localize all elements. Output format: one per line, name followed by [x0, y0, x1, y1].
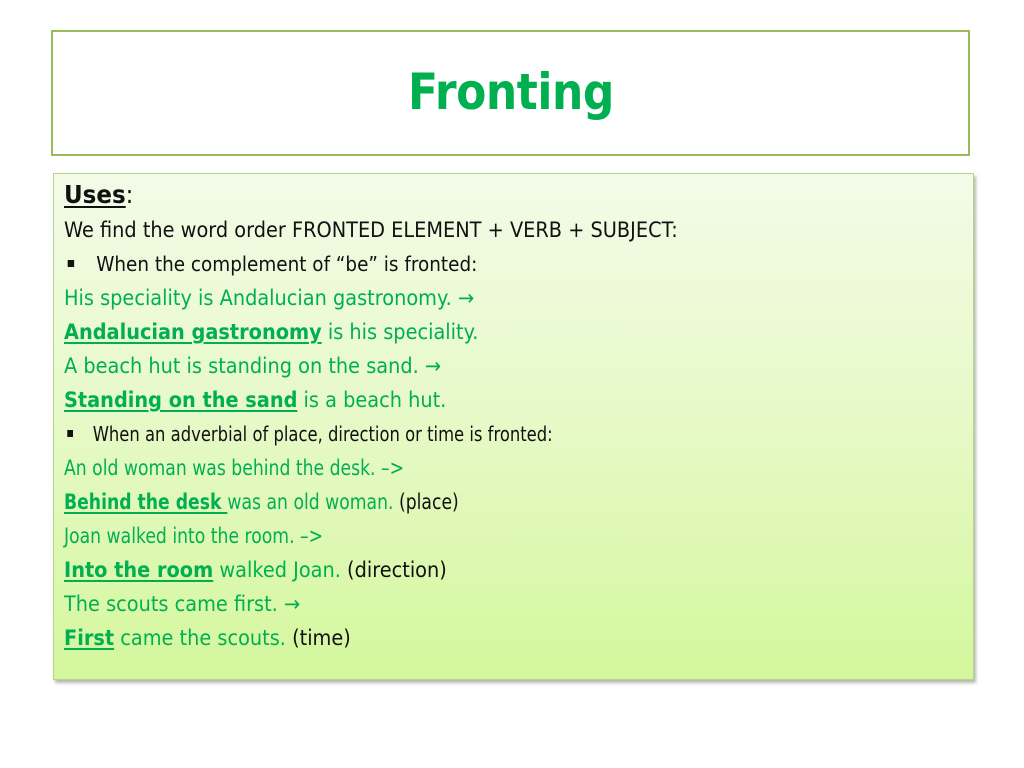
example-rest: came the scouts. — [114, 626, 286, 650]
example-original: The scouts came first. — [64, 592, 278, 616]
intro-text: We find the word order FRONTED ELEMENT +… — [64, 218, 678, 242]
square-bullet-icon — [67, 260, 75, 267]
uses-heading: Uses: — [64, 177, 891, 213]
fronted-element: Behind the desk — [64, 490, 228, 514]
fronted-element: First — [64, 626, 115, 650]
uses-colon: : — [125, 180, 134, 209]
example-rest: is his speciality. — [321, 320, 479, 344]
example-note: (time) — [285, 626, 351, 650]
example-line: Behind the desk was an old woman. (place… — [64, 485, 801, 519]
example-rest: is a beach hut. — [297, 388, 447, 412]
example-original: An old woman was behind the desk. –> — [64, 456, 405, 480]
slide-title: Fronting — [407, 63, 614, 121]
example-line: Standing on the sand is a beach hut. — [64, 383, 891, 417]
uses-label: Uses — [64, 180, 126, 209]
example-line: His speciality is Andalucian gastronomy.… — [64, 281, 891, 315]
example-line: A beach hut is standing on the sand. → — [64, 349, 891, 383]
bullet-item: When an adverbial of place, direction or… — [64, 417, 801, 451]
example-line: An old woman was behind the desk. –> — [64, 451, 801, 485]
fronted-element: Into the room — [64, 558, 214, 582]
bullet-text: When the complement of “be” is fronted: — [96, 252, 478, 276]
square-bullet-icon — [67, 430, 74, 437]
example-rest: was an old woman. — [227, 490, 394, 514]
example-line: The scouts came first. → — [64, 587, 891, 621]
title-box: Fronting — [51, 30, 970, 156]
content-box: Uses: We find the word order FRONTED ELE… — [53, 173, 974, 680]
fronted-element: Andalucian gastronomy — [64, 320, 322, 344]
example-line: First came the scouts. (time) — [64, 621, 891, 655]
example-line: Andalucian gastronomy is his speciality. — [64, 315, 891, 349]
example-original: Joan walked into the room. –> — [64, 524, 324, 548]
bullet-text: When an adverbial of place, direction or… — [92, 422, 553, 446]
example-rest: walked Joan. — [213, 558, 341, 582]
fronted-element: Standing on the sand — [64, 388, 298, 412]
example-note: (place) — [393, 490, 459, 514]
example-original: A beach hut is standing on the sand. — [64, 354, 419, 378]
example-note: (direction) — [340, 558, 447, 582]
example-original: His speciality is Andalucian gastronomy. — [64, 286, 452, 310]
arrow-right-icon: → — [424, 354, 442, 378]
example-line: Joan walked into the room. –> — [64, 519, 801, 553]
example-line: Into the room walked Joan. (direction) — [64, 553, 891, 587]
arrow-right-icon: → — [457, 286, 475, 310]
bullet-item: When the complement of “be” is fronted: — [64, 247, 891, 281]
arrow-right-icon: → — [283, 592, 301, 616]
